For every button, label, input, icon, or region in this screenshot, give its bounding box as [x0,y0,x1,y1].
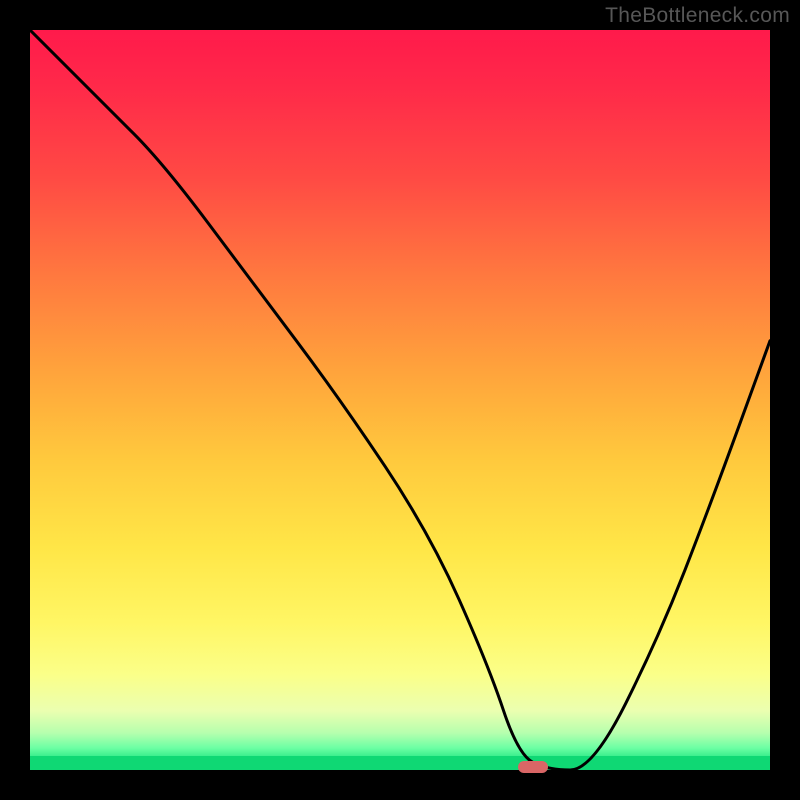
optimal-marker [518,761,548,773]
bottleneck-curve-path [30,30,770,770]
curve-svg [30,30,770,770]
watermark-text: TheBottleneck.com [605,4,790,28]
chart-container: TheBottleneck.com [0,0,800,800]
plot-area [30,30,770,770]
